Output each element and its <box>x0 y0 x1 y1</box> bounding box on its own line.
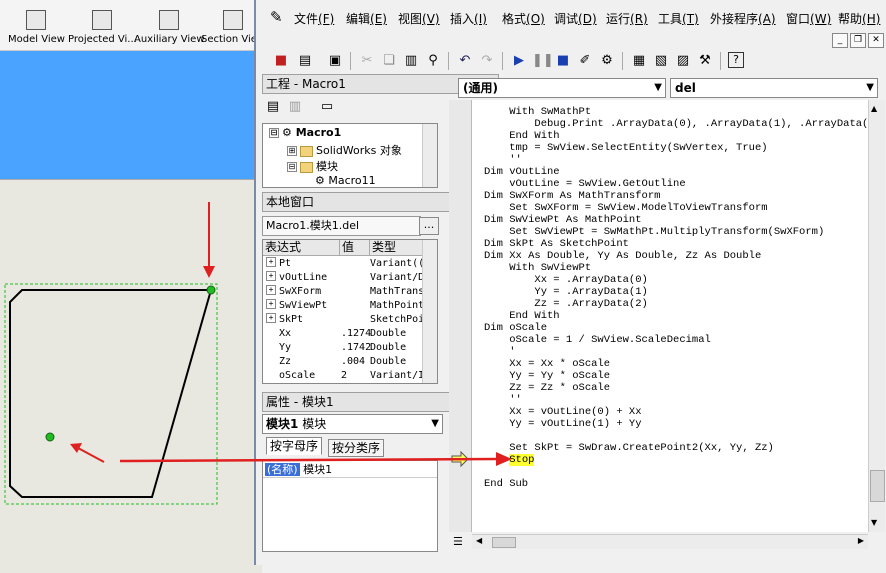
arrow-head-icon <box>496 452 512 466</box>
annotation-arrow-stop <box>119 457 499 463</box>
annotation-overlay <box>119 452 512 466</box>
